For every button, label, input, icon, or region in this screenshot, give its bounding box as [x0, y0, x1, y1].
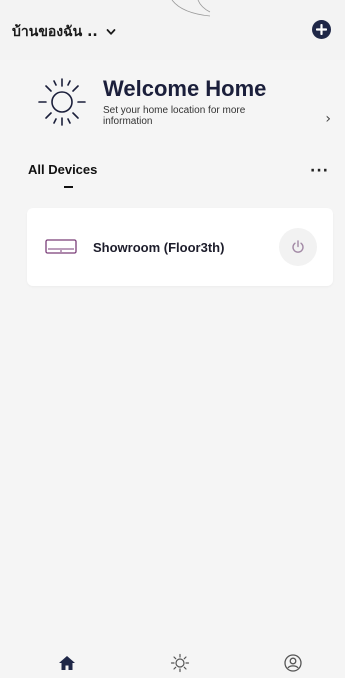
device-card[interactable]: Showroom (Floor3th)	[27, 208, 333, 286]
chevron-right-icon[interactable]: ›	[325, 111, 331, 127]
add-button[interactable]	[312, 20, 331, 39]
sun-icon	[170, 653, 190, 673]
more-options-button[interactable]: ···	[310, 163, 329, 179]
nav-home[interactable]	[57, 653, 77, 673]
device-name: Showroom (Floor3th)	[93, 240, 225, 255]
nav-scenes[interactable]	[170, 653, 190, 673]
section-title-all-devices[interactable]: All Devices	[28, 162, 97, 177]
chevron-down-icon	[106, 29, 116, 35]
app-screen: บ้านของฉัน .. Welcome Home Set your home…	[0, 0, 345, 678]
nav-profile[interactable]	[283, 653, 303, 673]
top-header: บ้านของฉัน ..	[0, 0, 345, 60]
welcome-banner[interactable]: Welcome Home Set your home location for …	[0, 62, 345, 152]
home-icon	[59, 656, 75, 670]
power-button[interactable]	[279, 228, 317, 266]
welcome-title: Welcome Home	[103, 76, 267, 101]
air-conditioner-icon	[45, 239, 77, 254]
bottom-navigation	[0, 646, 345, 678]
decorative-curve	[171, 0, 211, 17]
power-icon	[292, 240, 304, 253]
home-selector[interactable]: บ้านของฉัน ..	[12, 21, 116, 43]
profile-icon	[284, 654, 302, 672]
welcome-subtitle: Set your home location for more informat…	[103, 105, 246, 127]
tab-indicator	[64, 186, 73, 188]
home-name: บ้านของฉัน ..	[12, 24, 98, 40]
sun-icon	[38, 78, 86, 126]
plus-icon	[316, 24, 327, 35]
